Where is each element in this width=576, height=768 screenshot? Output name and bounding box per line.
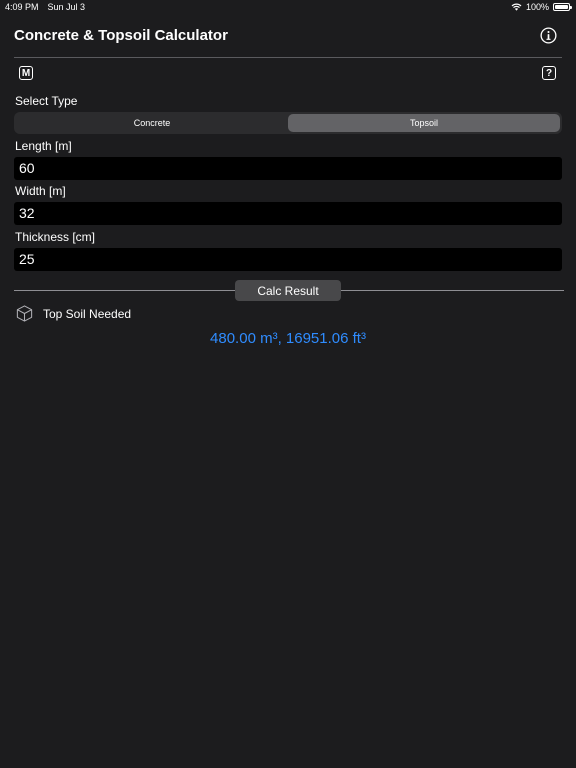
battery-fill (555, 5, 568, 9)
cube-icon (16, 305, 33, 322)
select-type-label: Select Type (15, 94, 78, 108)
segment-topsoil[interactable]: Topsoil (288, 114, 560, 132)
battery-icon (553, 3, 572, 11)
result-label: Top Soil Needed (43, 307, 132, 321)
status-right: 100% (511, 2, 572, 12)
header-divider (14, 57, 562, 58)
width-input[interactable]: 32 (14, 202, 562, 225)
wifi-icon (511, 3, 522, 11)
result-value: 480.00 m³, 16951.06 ft³ (210, 330, 366, 347)
length-input[interactable]: 60 (14, 157, 562, 180)
help-icon-label: ? (545, 67, 553, 79)
segment-concrete[interactable]: Concrete (16, 114, 288, 132)
battery-percent: 100% (525, 2, 549, 12)
page-title: Concrete & Topsoil Calculator (14, 27, 228, 44)
m-icon-label: M (21, 67, 31, 79)
status-date: Sun Jul 3 (47, 2, 86, 12)
info-icon[interactable] (540, 27, 557, 44)
length-label: Length [m] (15, 139, 72, 153)
thickness-input[interactable]: 25 (14, 248, 562, 271)
type-segmented-control: Concrete Topsoil (14, 112, 562, 134)
status-time: 4:09 PM (5, 2, 39, 12)
width-label: Width [m] (15, 184, 66, 198)
calc-result-button[interactable]: Calc Result (235, 280, 341, 301)
status-bar: 4:09 PM Sun Jul 3 100% (0, 0, 576, 14)
thickness-label: Thickness [cm] (15, 230, 96, 244)
status-left: 4:09 PM Sun Jul 3 (5, 2, 85, 12)
help-icon[interactable]: ? (542, 66, 556, 80)
m-square-icon[interactable]: M (19, 66, 33, 80)
